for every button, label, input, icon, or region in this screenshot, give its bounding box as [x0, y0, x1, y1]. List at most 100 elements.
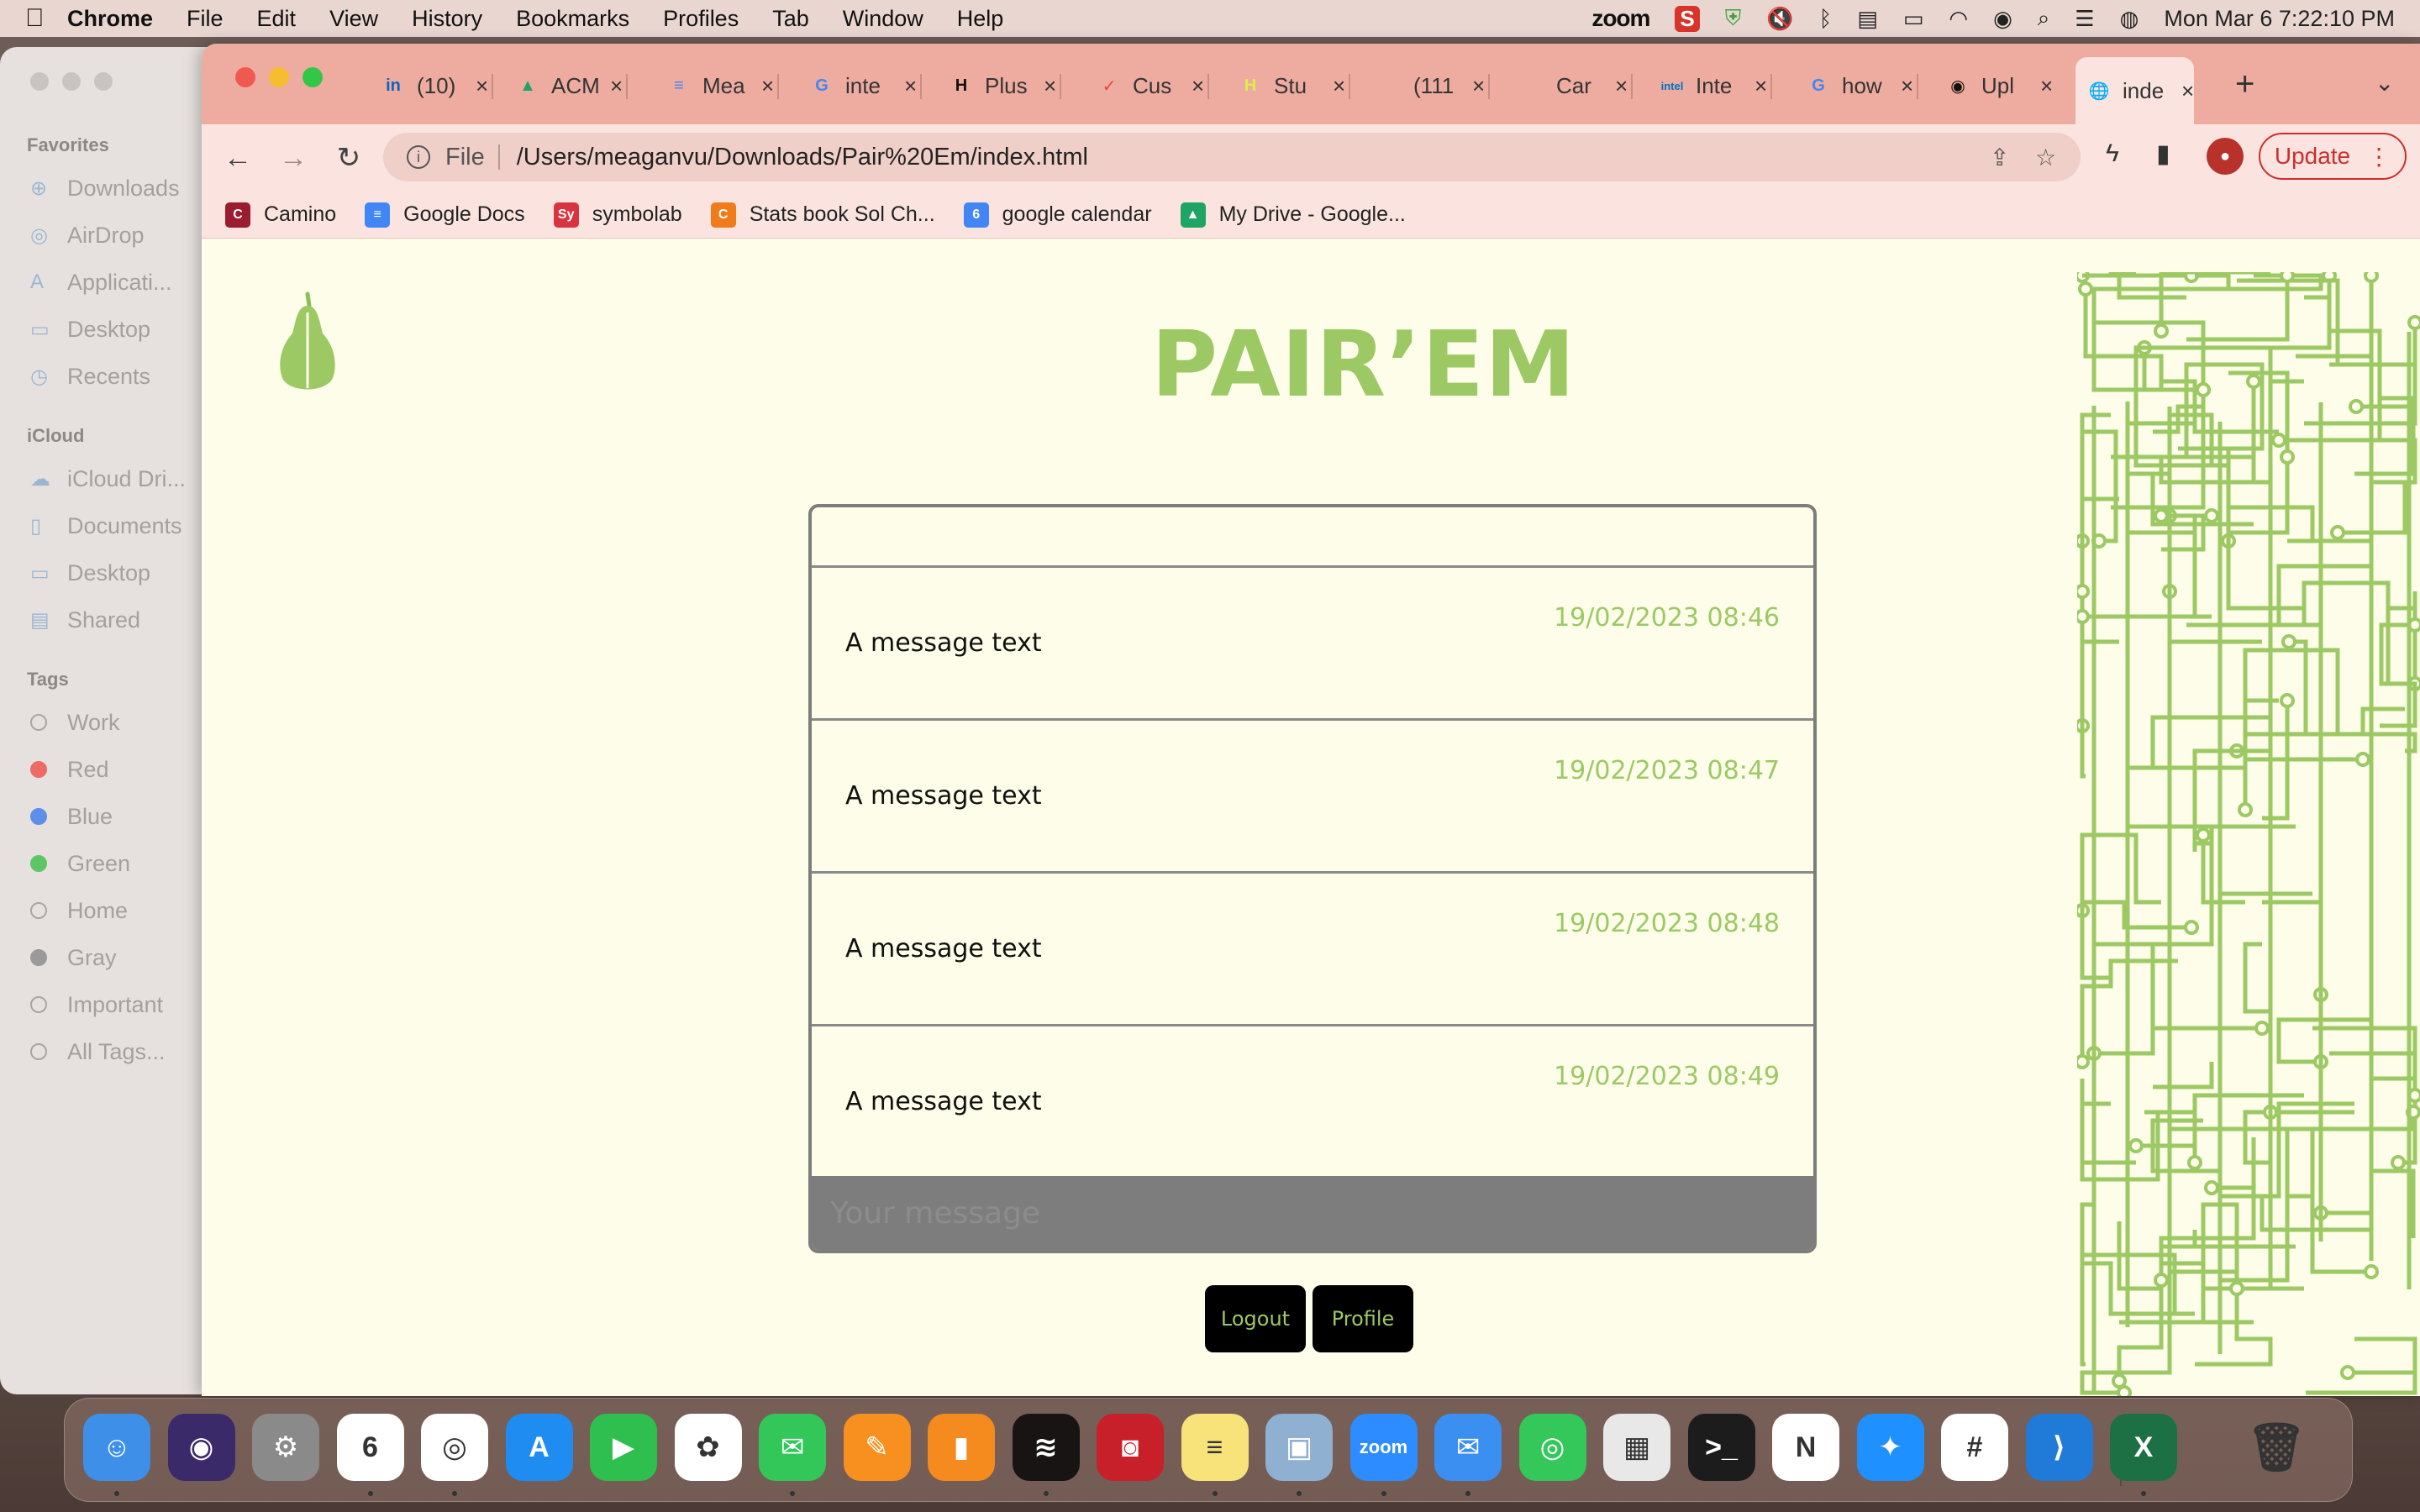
sidebar-item-desktop[interactable]: ▭ Desktop: [0, 306, 218, 353]
close-tab-icon[interactable]: ×: [476, 73, 488, 99]
menu-help[interactable]: Help: [957, 6, 1004, 32]
browser-tab[interactable]: Ghow ×: [1795, 62, 1919, 109]
close-tab-icon[interactable]: ×: [1333, 73, 1345, 99]
dock-trash-icon[interactable]: 🗑: [2243, 1414, 2310, 1481]
back-button[interactable]: ←: [210, 142, 266, 175]
bookmark-item[interactable]: 6 google calendar: [963, 202, 1152, 228]
close-tab-icon[interactable]: ×: [761, 73, 774, 99]
bookmark-item[interactable]: C Stats book Sol Ch...: [710, 202, 935, 228]
browser-tab[interactable]: in (10) ×: [370, 62, 494, 109]
dock-siri-icon[interactable]: ◉: [167, 1414, 235, 1481]
message-input[interactable]: [812, 1176, 1813, 1250]
finder-minimize-button[interactable]: [62, 72, 81, 91]
maximize-window-button[interactable]: [302, 67, 323, 87]
menu-bookmarks[interactable]: Bookmarks: [516, 6, 629, 32]
share-icon[interactable]: ⇪: [1990, 144, 2009, 171]
dock-excel-icon[interactable]: X: [2110, 1414, 2177, 1481]
menu-app-name[interactable]: Chrome: [67, 6, 153, 32]
close-tab-icon[interactable]: ×: [1472, 73, 1485, 99]
shield-s-icon[interactable]: S: [1675, 5, 1700, 32]
sidebar-tag-item[interactable]: Blue: [0, 793, 218, 840]
us-flag-icon[interactable]: ▤: [1857, 6, 1878, 32]
sidebar-item-icloud-drive[interactable]: ☁ iCloud Dri...: [0, 455, 218, 502]
browser-tab[interactable]: Ginte ×: [798, 62, 923, 109]
sidebar-item-applications[interactable]: A Applicati...: [0, 259, 218, 306]
dock-slack-icon[interactable]: #: [1941, 1414, 2008, 1481]
update-button[interactable]: Update ⋮: [2259, 133, 2407, 180]
sidebar-tag-item[interactable]: Work: [0, 699, 218, 746]
profile-button[interactable]: Profile: [1313, 1285, 1413, 1352]
user-icon[interactable]: ◉: [1993, 6, 2012, 32]
siri-icon[interactable]: ◍: [2120, 6, 2139, 32]
side-panel-icon[interactable]: ▮: [2156, 139, 2170, 169]
close-window-button[interactable]: [235, 67, 255, 87]
finder-close-button[interactable]: [30, 72, 49, 91]
new-tab-button[interactable]: +: [2235, 66, 2254, 103]
dock-notion-icon[interactable]: N: [1772, 1414, 1839, 1481]
dock-photos-icon[interactable]: ✿: [674, 1414, 742, 1481]
dock-spotify-icon[interactable]: ≋: [1012, 1414, 1080, 1481]
dock-find-my-icon[interactable]: ◎: [1518, 1414, 1586, 1481]
clock[interactable]: Mon Mar 6 7:22:10 PM: [2164, 6, 2395, 32]
dock-pages-icon[interactable]: ✎: [843, 1414, 911, 1481]
spotlight-search-icon[interactable]: ⌕: [2038, 5, 2050, 32]
menu-history[interactable]: History: [412, 6, 482, 32]
close-tab-icon[interactable]: ×: [904, 73, 917, 99]
bookmark-star-icon[interactable]: ☆: [2035, 144, 2056, 171]
sidebar-item-downloads[interactable]: ⊕ Downloads: [0, 165, 218, 212]
dock-facetime-icon[interactable]: ▶: [590, 1414, 657, 1481]
browser-tab[interactable]: (111 ×: [1366, 62, 1491, 109]
browser-tab[interactable]: ▲ ACM ×: [504, 62, 629, 109]
bookmark-item[interactable]: C Camino: [225, 202, 336, 228]
dock-books-icon[interactable]: ▮: [928, 1414, 995, 1481]
battery-icon[interactable]: ▭: [1903, 6, 1924, 32]
dock-messages-icon[interactable]: ✉: [759, 1414, 826, 1481]
close-tab-icon[interactable]: ×: [1044, 73, 1056, 99]
sidebar-tag-item[interactable]: Gray: [0, 934, 218, 981]
menu-profiles[interactable]: Profiles: [663, 6, 739, 32]
minimize-window-button[interactable]: [269, 67, 289, 87]
dock-photo-booth-icon[interactable]: ◙: [1097, 1414, 1164, 1481]
dock-terminal-icon[interactable]: >_: [1687, 1414, 1755, 1481]
sidebar-item-airdrop[interactable]: ◎ AirDrop: [0, 212, 218, 259]
dock-notes-icon[interactable]: ≡: [1181, 1414, 1249, 1481]
dock-preview-icon[interactable]: ▣: [1265, 1414, 1333, 1481]
dock-safari-icon[interactable]: ✦: [1856, 1414, 1924, 1481]
forward-button[interactable]: →: [266, 142, 321, 175]
dock-calendar-icon[interactable]: 6: [336, 1414, 404, 1481]
sidebar-tag-item[interactable]: All Tags...: [0, 1028, 218, 1075]
menu-edit[interactable]: Edit: [257, 6, 297, 32]
bookmark-item[interactable]: Sy symbolab: [553, 202, 682, 228]
site-info-icon[interactable]: i: [407, 145, 430, 169]
browser-tab[interactable]: ≡ Mea ×: [655, 62, 780, 109]
menu-view[interactable]: View: [329, 6, 378, 32]
sidebar-item-documents[interactable]: ▯ Documents: [0, 502, 218, 549]
sidebar-tag-item[interactable]: Red: [0, 746, 218, 793]
dock-chrome-icon[interactable]: ◎: [421, 1414, 488, 1481]
dock-system-settings-icon[interactable]: ⚙: [252, 1414, 319, 1481]
browser-tab[interactable]: Car ×: [1509, 62, 1634, 109]
logout-button[interactable]: Logout: [1205, 1285, 1306, 1352]
close-tab-icon[interactable]: ×: [610, 73, 623, 99]
profile-avatar[interactable]: ●: [2207, 138, 2244, 175]
dock-launchpad-icon[interactable]: ▦: [1603, 1414, 1670, 1481]
bluetooth-icon[interactable]: ᛒ: [1819, 6, 1833, 32]
close-tab-icon[interactable]: ×: [1901, 73, 1913, 99]
menu-file[interactable]: File: [187, 6, 224, 32]
sidebar-tag-item[interactable]: Home: [0, 887, 218, 934]
address-bar[interactable]: i File /Users/meaganvu/Downloads/Pair%20…: [383, 133, 2081, 181]
url-text[interactable]: /Users/meaganvu/Downloads/Pair%20Em/inde…: [517, 144, 1088, 171]
close-tab-icon[interactable]: ×: [1615, 73, 1628, 99]
extensions-bolt-icon[interactable]: ϟ: [2106, 139, 2119, 168]
browser-tab[interactable]: 🌐 inde ×: [2075, 57, 2195, 124]
sidebar-item-shared[interactable]: ▤ Shared: [0, 596, 218, 643]
vpn-shield-icon[interactable]: ⛨: [1725, 5, 1742, 32]
finder-zoom-button[interactable]: [94, 72, 113, 91]
close-tab-icon[interactable]: ×: [2040, 73, 2053, 99]
browser-tab[interactable]: intel Inte ×: [1649, 62, 1773, 109]
dock-zoom-icon[interactable]: zoom: [1349, 1414, 1418, 1481]
dock-vscode-icon[interactable]: ⟩: [2025, 1414, 2093, 1481]
close-tab-icon[interactable]: ×: [1192, 73, 1204, 99]
dock-mail-icon[interactable]: ✉: [1434, 1414, 1502, 1481]
browser-tab[interactable]: ✓ Cus ×: [1086, 62, 1210, 109]
